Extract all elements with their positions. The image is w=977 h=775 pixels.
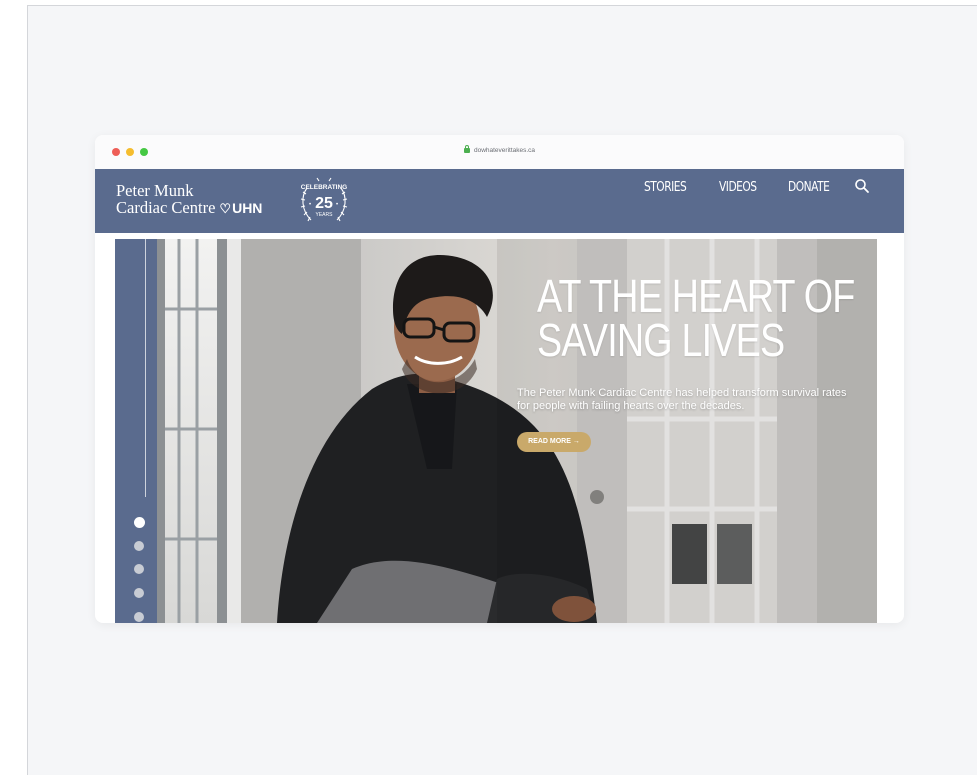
carousel-dot-1[interactable]	[134, 517, 145, 528]
carousel-dot-3[interactable]	[134, 564, 144, 574]
logo-uhn: UHN	[232, 200, 263, 216]
browser-window: dowhateverittakes.ca Peter Munk Cardiac …	[95, 135, 904, 623]
badge-bottom-text: YEARS	[316, 212, 334, 218]
badge-top-text: CELEBRATING	[301, 184, 347, 191]
main-nav: STORIES VIDEOS DONATE	[644, 180, 838, 195]
lock-icon	[463, 145, 470, 153]
site-header: Peter Munk Cardiac Centre ♡UHN CELEBRATIN…	[95, 169, 904, 233]
heart-uhn-icon: ♡	[219, 201, 232, 216]
carousel-dot-5[interactable]	[134, 612, 144, 622]
nav-stories[interactable]: STORIES	[644, 180, 687, 195]
badge-number: 25	[315, 195, 333, 212]
hero-subtext: The Peter Munk Cardiac Centre has helped…	[517, 387, 847, 412]
address-bar[interactable]: dowhateverittakes.ca	[95, 145, 904, 154]
search-icon[interactable]	[854, 178, 870, 194]
nav-videos[interactable]: VIDEOS	[719, 180, 757, 195]
address-bar-url: dowhateverittakes.ca	[473, 147, 536, 154]
site-logo[interactable]: Peter Munk Cardiac Centre ♡UHN	[116, 182, 262, 217]
read-more-button[interactable]: READ MORE →	[517, 432, 591, 452]
browser-titlebar: dowhateverittakes.ca	[95, 135, 904, 169]
logo-line-1: Peter Munk	[116, 181, 194, 200]
carousel-sidebar	[115, 239, 157, 623]
celebrating-25-years-badge: CELEBRATING • • 25 YEARS	[301, 177, 347, 222]
hero-headline-line-1: AT THE HEART OF	[537, 270, 855, 322]
svg-text:•: •	[336, 202, 338, 208]
hero-headline-line-2: SAVING LIVES	[537, 314, 785, 366]
carousel-dot-4[interactable]	[134, 588, 144, 598]
svg-text:•: •	[309, 202, 311, 208]
nav-donate[interactable]: DONATE	[788, 180, 830, 195]
hero-carousel: AT THE HEART OF SAVING LIVES The Peter M…	[115, 239, 877, 623]
sidebar-divider	[145, 239, 146, 497]
logo-line-2: Cardiac Centre	[116, 198, 216, 217]
hero-headline: AT THE HEART OF SAVING LIVES	[537, 270, 855, 366]
carousel-dot-2[interactable]	[134, 541, 144, 551]
